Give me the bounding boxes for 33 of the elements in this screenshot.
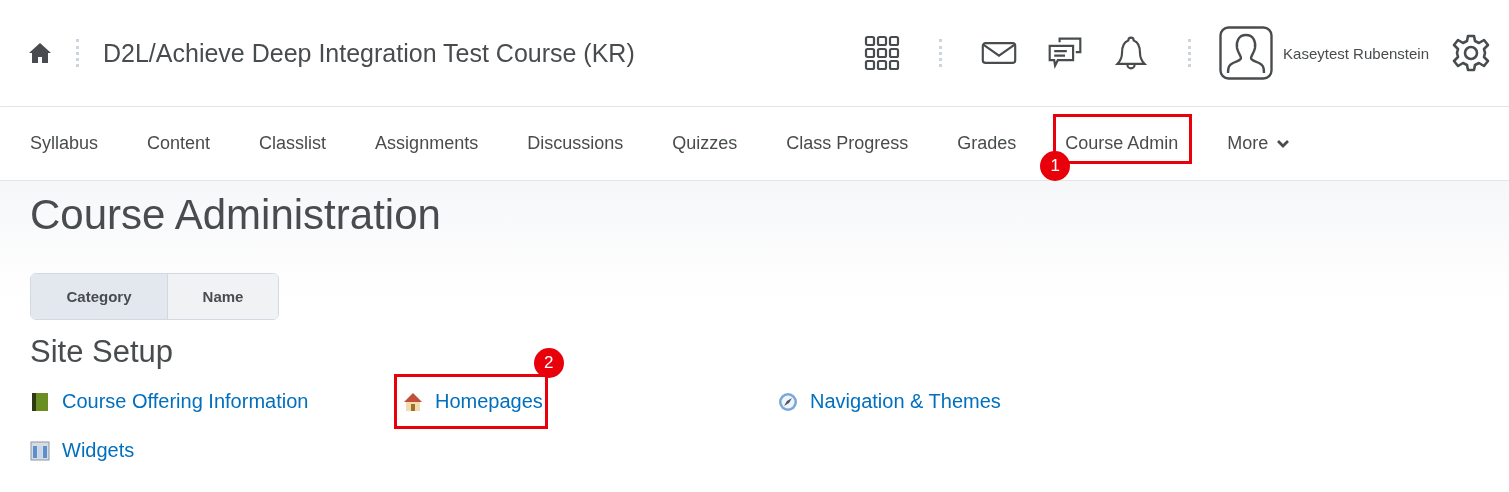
nav-tab[interactable]: More: [1227, 133, 1291, 154]
view-toggle-button[interactable]: Name: [167, 274, 278, 319]
nav-tab[interactable]: Grades: [957, 133, 1017, 154]
admin-link[interactable]: Course Offering Information: [62, 390, 309, 413]
nav-tab[interactable]: Content: [147, 133, 211, 154]
settings-icon[interactable]: [1451, 33, 1491, 73]
step-badge: 1: [1040, 151, 1071, 181]
view-toggle-button[interactable]: Category: [31, 274, 167, 319]
page-title: Course Administration: [30, 191, 442, 239]
admin-link[interactable]: Widgets: [62, 439, 135, 462]
chat-icon[interactable]: [1047, 35, 1084, 71]
home-icon[interactable]: [28, 42, 52, 64]
course-title: D2L/Achieve Deep Integration Test Course (KR): [103, 38, 635, 68]
nav-tab[interactable]: Syllabus: [30, 133, 99, 154]
admin-link[interactable]: Homepages: [435, 390, 543, 413]
nav-tab[interactable]: Discussions: [527, 133, 624, 154]
section-title: Site Setup: [30, 334, 174, 370]
notifications-icon[interactable]: [1113, 35, 1150, 71]
house-icon: [403, 391, 423, 412]
nav-tab[interactable]: Assignments: [375, 133, 479, 154]
nav-tab[interactable]: Classlist: [259, 133, 327, 154]
avatar-icon[interactable]: [1219, 26, 1274, 80]
nav-tab[interactable]: Course Admin: [1065, 133, 1179, 154]
admin-link[interactable]: Navigation & Themes: [810, 390, 1001, 413]
nav-tab[interactable]: Quizzes: [672, 133, 738, 154]
compass-icon: [778, 391, 798, 412]
user-name[interactable]: Kaseytest Rubenstein: [1283, 44, 1429, 62]
step-badge: 2: [533, 348, 564, 378]
chevron-down-icon: [1276, 138, 1291, 149]
book-icon: [30, 391, 50, 412]
widgets-icon: [30, 440, 50, 461]
grid-icon[interactable]: [864, 35, 901, 71]
nav-tab[interactable]: Class Progress: [786, 133, 909, 154]
